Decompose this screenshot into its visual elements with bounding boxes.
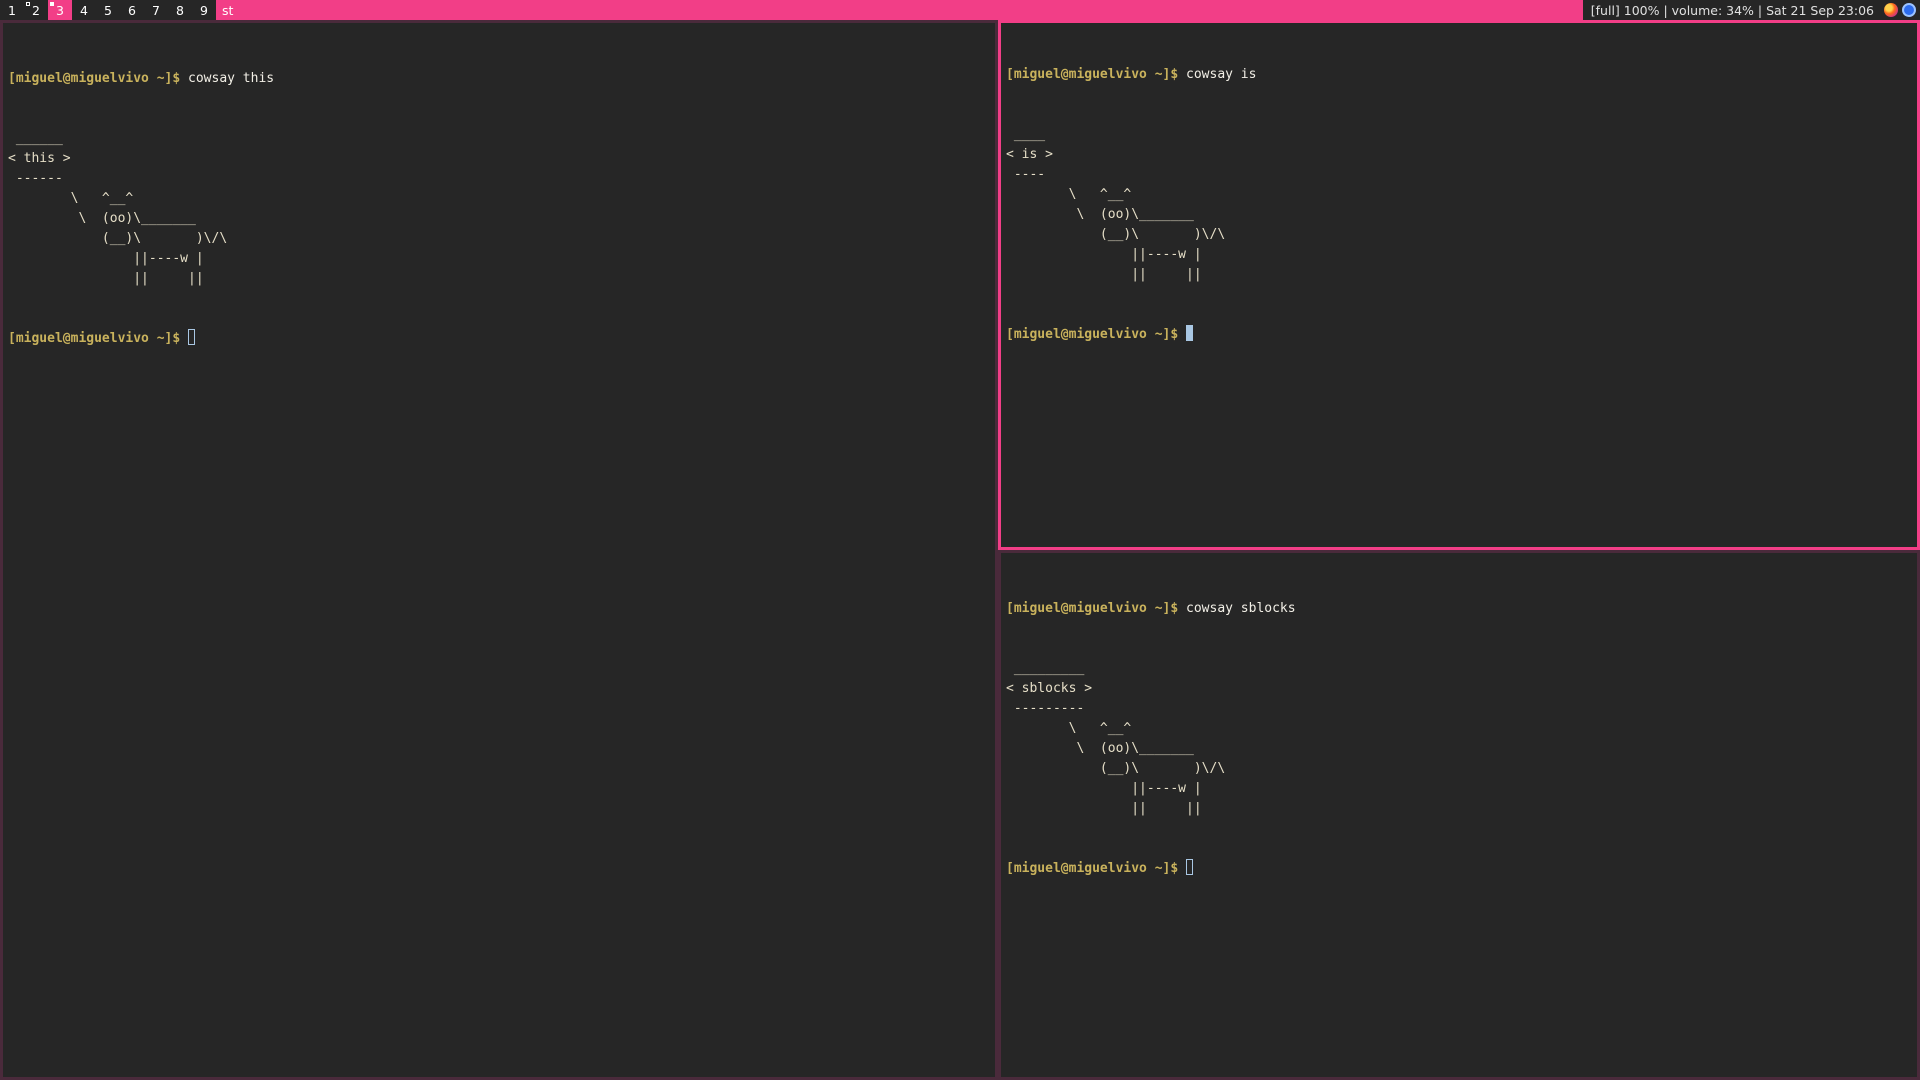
output-line: \ ^__^ [1006,721,1132,736]
status-bar: 123456789 st [full] 100% | volume: 34% |… [0,0,1920,20]
output-line: ---- [1006,167,1046,182]
output-line: ||----w | [1006,247,1202,262]
tag-5[interactable]: 5 [96,0,120,20]
output-line: ______ [8,131,63,146]
tag-9[interactable]: 9 [192,0,216,20]
output-line: --------- [1006,701,1085,716]
shell-command: cowsay sblocks [1186,601,1296,616]
text-cursor [1186,859,1194,875]
output-line: ------ [8,171,63,186]
text-cursor [188,329,196,345]
output-line: || || [1006,267,1202,282]
output-line: ____ [1006,127,1046,142]
output-line: || || [8,271,204,286]
window-title: st [216,0,1583,20]
output-line: _________ [1006,661,1085,676]
shell-prompt: [miguel@miguelvivo ~]$ [1006,601,1179,616]
tag-3[interactable]: 3 [48,0,72,20]
terminal-window-left[interactable]: [miguel@miguelvivo ~]$ cowsay this _____… [0,20,998,1080]
cowsay-output: ____ < is > ---- \ ^__^ \ (oo)\_______ (_… [1006,125,1912,285]
terminal-content[interactable]: [miguel@miguelvivo ~]$ cowsay sblocks __… [1001,553,1917,925]
output-line: \ (oo)\_______ [8,211,196,226]
tag-2[interactable]: 2 [24,0,48,20]
shell-prompt: [miguel@miguelvivo ~]$ [8,331,181,346]
output-line: < is > [1006,147,1053,162]
output-line: < this > [8,151,71,166]
tag-6[interactable]: 6 [120,0,144,20]
shell-prompt: [miguel@miguelvivo ~]$ [1006,327,1179,342]
tag-list: 123456789 [0,0,216,20]
output-line: ||----w | [8,251,204,266]
output-line: ||----w | [1006,781,1202,796]
shell-prompt: [miguel@miguelvivo ~]$ [1006,67,1179,82]
output-line: (__)\ )\/\ [8,231,228,246]
output-line: < sblocks > [1006,681,1093,696]
tag-1[interactable]: 1 [0,0,24,20]
window-title-label: st [222,2,234,18]
tag-4[interactable]: 4 [72,0,96,20]
output-line: \ (oo)\_______ [1006,207,1194,222]
cowsay-output: ______ < this > ------ \ ^__^ \ (oo)\____… [8,129,990,289]
output-line: (__)\ )\/\ [1006,761,1226,776]
output-line: \ (oo)\_______ [1006,741,1194,756]
output-line: \ ^__^ [8,191,134,206]
tag-7[interactable]: 7 [144,0,168,20]
status-text: [full] 100% | volume: 34% | Sat 21 Sep 2… [1582,0,1884,20]
terminal-window-top-right[interactable]: [miguel@miguelvivo ~]$ cowsay is ____ < i… [998,20,1920,550]
text-cursor [1186,325,1194,341]
shell-command: cowsay is [1186,67,1257,82]
output-line: || || [1006,801,1202,816]
shell-prompt: [miguel@miguelvivo ~]$ [1006,861,1179,876]
signal-icon[interactable] [1902,3,1916,17]
cowsay-output: _________ < sblocks > --------- \ ^__^ \ … [1006,659,1912,819]
shell-prompt: [miguel@miguelvivo ~]$ [8,71,181,86]
system-tray [1884,0,1920,20]
firefox-icon[interactable] [1884,3,1898,17]
tag-8[interactable]: 8 [168,0,192,20]
terminal-window-bottom-right[interactable]: [miguel@miguelvivo ~]$ cowsay sblocks __… [998,550,1920,1080]
output-line: \ ^__^ [1006,187,1132,202]
terminal-content[interactable]: [miguel@miguelvivo ~]$ cowsay this _____… [3,23,995,395]
terminal-content[interactable]: [miguel@miguelvivo ~]$ cowsay is ____ < i… [1001,23,1917,391]
output-line: (__)\ )\/\ [1006,227,1226,242]
shell-command: cowsay this [188,71,275,86]
